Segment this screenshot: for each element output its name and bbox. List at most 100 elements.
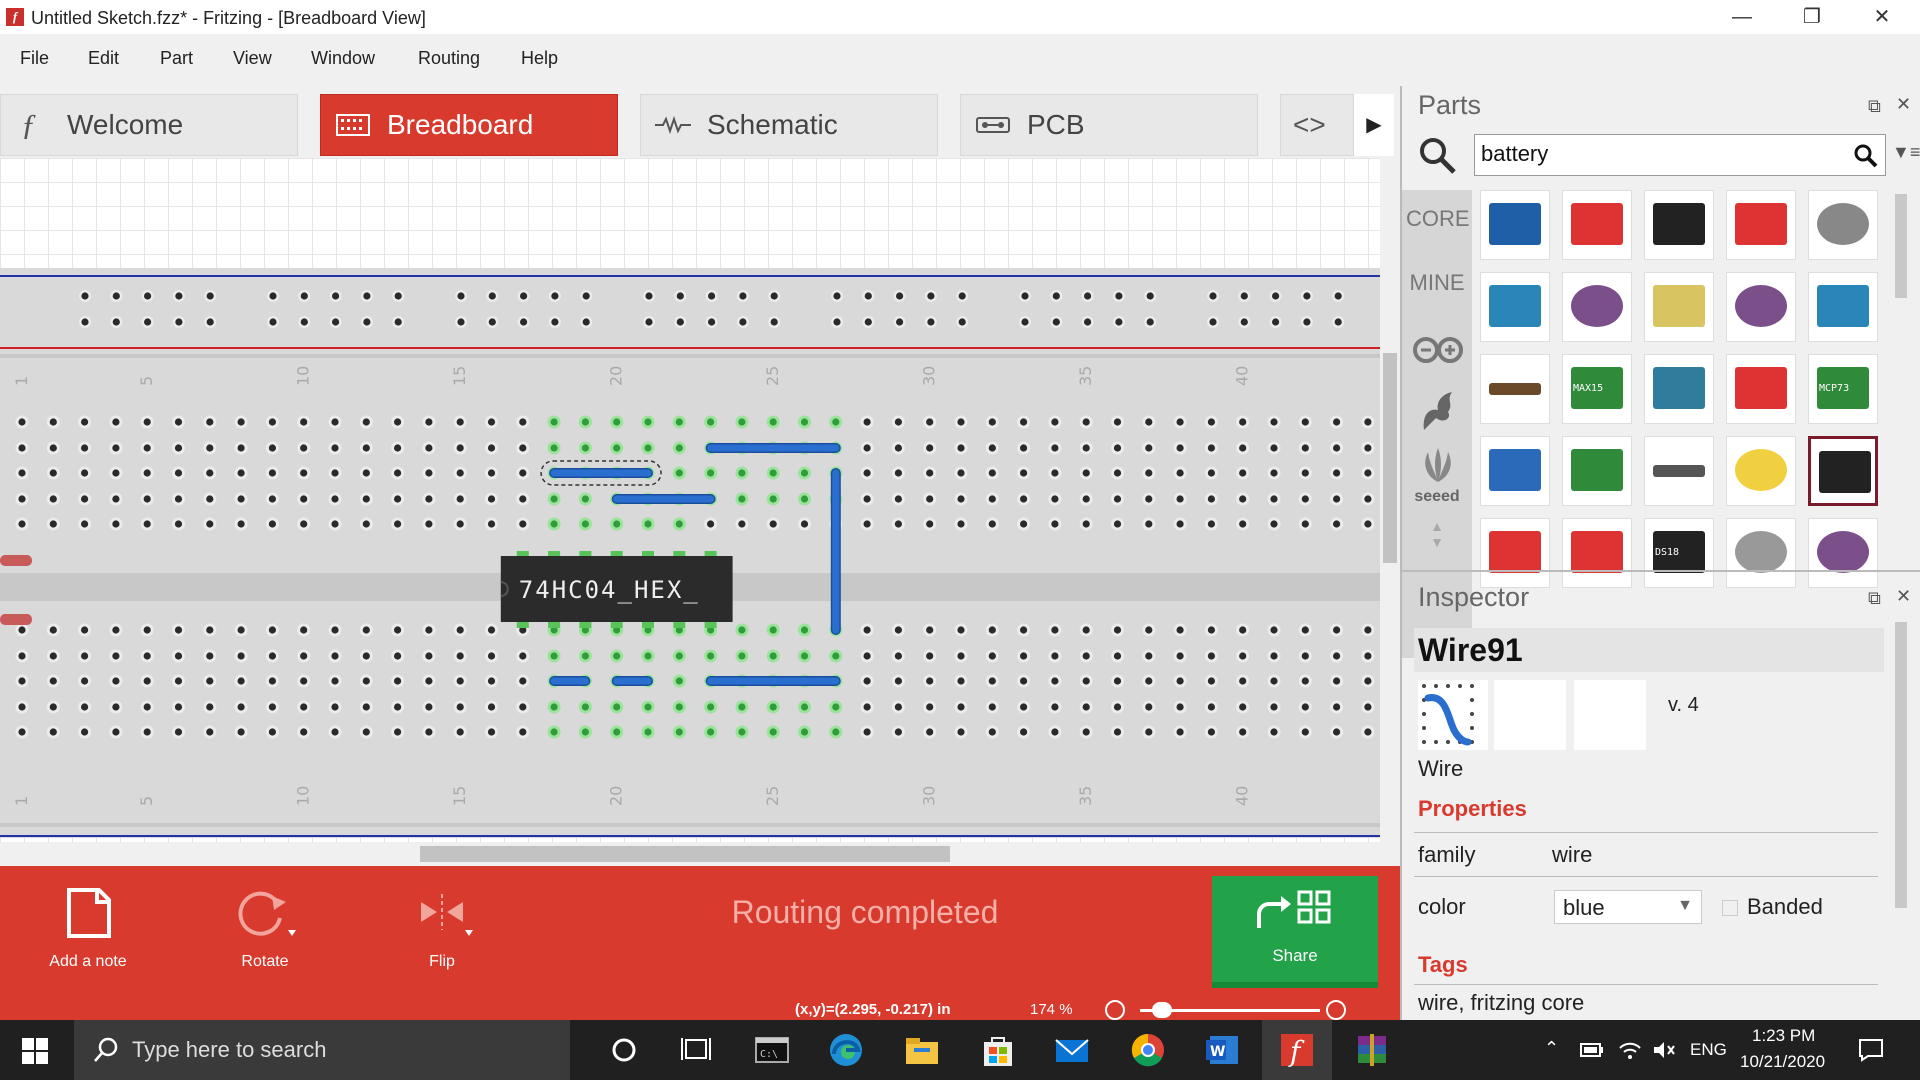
mail-icon[interactable] (1052, 1030, 1092, 1070)
part-thumbnail-lilypad-coin-holder[interactable] (1726, 272, 1796, 342)
part-thumbnail-lilypad-holder[interactable] (1562, 272, 1632, 342)
close-icon[interactable]: ✕ (1852, 0, 1912, 34)
volume-muted-icon[interactable] (1652, 1040, 1676, 1060)
part-thumbnail-ds18-chip[interactable]: DS18 (1644, 518, 1714, 588)
vertical-scrollbar[interactable] (1380, 158, 1400, 866)
task-view-icon[interactable] (676, 1030, 716, 1070)
tab-code[interactable]: <> (1280, 94, 1354, 156)
scroll-thumb[interactable] (1383, 353, 1397, 563)
terminal-icon[interactable]: C:\ (752, 1030, 792, 1070)
part-thumbnail-arduino-shield[interactable] (1644, 354, 1714, 424)
restore-icon[interactable]: ❐ (1782, 0, 1842, 34)
part-thumbnail-coin-cell-2[interactable] (1726, 518, 1796, 588)
breadboard-canvas[interactable]: 1 1 5 5 10 10 15 15 20 20 25 25 30 30 35 35 40 40 74HC04_H… (0, 158, 1400, 866)
menu-edit[interactable]: Edit (88, 48, 119, 69)
edge-icon[interactable] (826, 1030, 866, 1070)
part-thumbnail-battery-pack-selected[interactable] (1808, 436, 1878, 506)
menu-routing[interactable]: Routing (418, 48, 480, 69)
breadboard-hole (300, 444, 308, 452)
battery-icon[interactable] (1580, 1042, 1604, 1058)
close-icon[interactable]: ✕ (1896, 586, 1911, 607)
menu-help[interactable]: Help (521, 48, 558, 69)
part-thumbnail-mcp-board[interactable]: MCP73 (1808, 354, 1878, 424)
part-thumbnail-yellow-coin-holder[interactable] (1726, 436, 1796, 506)
float-icon[interactable]: ⧉ (1868, 588, 1881, 609)
clock-time[interactable]: 1:23 PM (1752, 1026, 1815, 1046)
scroll-thumb[interactable] (420, 846, 950, 862)
part-thumbnail-purple-holder[interactable] (1808, 518, 1878, 588)
breadboard[interactable]: 1 1 5 5 10 10 15 15 20 20 25 25 30 30 35 35 40 40 74HC04_H… (0, 268, 1380, 838)
search-icon[interactable] (1418, 136, 1458, 176)
float-icon[interactable]: ⧉ (1868, 96, 1881, 117)
arduino-shield-image (1653, 367, 1705, 409)
zoom-out-icon[interactable] (1105, 1000, 1125, 1020)
chrome-icon[interactable] (1128, 1030, 1168, 1070)
file-explorer-icon[interactable] (902, 1030, 942, 1070)
part-thumbnail-sensor-module-blue[interactable] (1480, 190, 1550, 260)
color-dropdown[interactable]: blue ▼ (1554, 890, 1702, 924)
chevron-up-icon[interactable]: ⌃ (1544, 1038, 1559, 1059)
parts-search-input[interactable] (1475, 135, 1825, 173)
tab-pcb[interactable]: PCB (960, 94, 1258, 156)
zoom-slider-handle[interactable] (1152, 1002, 1172, 1018)
add-note-button[interactable]: Add a note (18, 886, 158, 971)
winrar-icon[interactable] (1352, 1030, 1392, 1070)
clock-date[interactable]: 10/21/2020 (1740, 1052, 1825, 1072)
breadboard-hole (300, 703, 308, 711)
part-thumbnail-red-board-2[interactable] (1726, 354, 1796, 424)
notification-icon[interactable] (1858, 1038, 1884, 1062)
part-thumbnail-black-battery-pack[interactable] (1644, 190, 1714, 260)
part-thumbnail-arduino-blue[interactable] (1480, 436, 1550, 506)
inspector-scrollbar[interactable] (1892, 618, 1910, 996)
rotate-button[interactable]: Rotate (195, 886, 335, 971)
part-thumbnail-aa-battery-2[interactable] (1644, 436, 1714, 506)
breadboard-hole (456, 677, 464, 685)
scroll-thumb[interactable] (1895, 194, 1907, 298)
cortana-icon[interactable] (604, 1030, 644, 1070)
language-indicator[interactable]: ENG (1690, 1040, 1727, 1060)
breadboard-hole (425, 418, 433, 426)
search-icon[interactable] (1853, 143, 1879, 169)
zoom-in-icon[interactable] (1326, 1000, 1346, 1020)
part-thumbnail-max-board[interactable]: MAX15 (1562, 354, 1632, 424)
breadboard-hole (143, 677, 151, 685)
menu-window[interactable]: Window (311, 48, 375, 69)
parts-menu-icon[interactable]: ▼≡ (1892, 142, 1920, 163)
menu-view[interactable]: View (233, 48, 272, 69)
menu-part[interactable]: Part (160, 48, 193, 69)
banded-checkbox[interactable] (1722, 900, 1738, 916)
share-button[interactable]: Share (1212, 876, 1378, 988)
part-thumbnail-blue-module-2[interactable] (1808, 272, 1878, 342)
windows-start-icon[interactable] (22, 1038, 48, 1064)
fritzing-icon[interactable]: f (1277, 1030, 1317, 1070)
parts-search-box[interactable] (1474, 134, 1886, 176)
part-thumbnail-red-small-board[interactable] (1480, 518, 1550, 588)
breadboard-hole (425, 677, 433, 685)
part-thumbnail-red-module[interactable] (1562, 190, 1632, 260)
breadboard-hole (613, 520, 621, 528)
horizontal-scrollbar[interactable] (0, 842, 1380, 866)
part-thumbnail-aa-battery[interactable] (1480, 354, 1550, 424)
taskbar-search-box[interactable]: Type here to search (74, 1020, 570, 1080)
breadboard-hole (362, 495, 370, 503)
store-icon[interactable] (978, 1030, 1018, 1070)
part-thumbnail-blue-module[interactable] (1480, 272, 1550, 342)
tab-schematic[interactable]: Schematic (640, 94, 938, 156)
word-icon[interactable]: W (1202, 1030, 1242, 1070)
tab-welcome[interactable]: f Welcome (0, 94, 298, 156)
part-thumbnail-lipo-battery[interactable] (1644, 272, 1714, 342)
tab-breadboard[interactable]: Breadboard (320, 94, 618, 156)
minimize-icon[interactable]: — (1712, 0, 1772, 34)
part-thumbnail-red-board[interactable] (1726, 190, 1796, 260)
menu-file[interactable]: File (20, 48, 49, 69)
tab-scroll-right-icon[interactable]: ▶ (1354, 94, 1394, 156)
pcb-icon (976, 117, 1010, 133)
flip-button[interactable]: Flip (372, 886, 512, 971)
breadboard-hole (1145, 469, 1153, 477)
part-thumbnail-green-board[interactable] (1562, 436, 1632, 506)
close-icon[interactable]: ✕ (1896, 94, 1911, 115)
scroll-thumb[interactable] (1895, 622, 1907, 908)
wifi-icon[interactable] (1618, 1040, 1642, 1060)
part-thumbnail-coin-cell[interactable] (1808, 190, 1878, 260)
part-thumbnail-red-board-3[interactable] (1562, 518, 1632, 588)
